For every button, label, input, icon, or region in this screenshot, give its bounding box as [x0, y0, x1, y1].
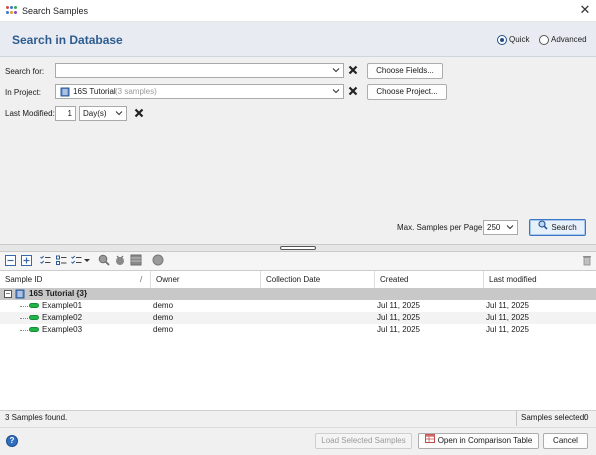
expand-all-icon[interactable] — [21, 255, 32, 266]
clear-project-icon[interactable] — [348, 86, 358, 98]
load-selected-samples-button[interactable]: Load Selected Samples — [315, 433, 412, 449]
quick-mode-radio[interactable] — [497, 35, 507, 45]
created-cell: Jul 11, 2025 — [377, 301, 420, 310]
last-modified-spinner[interactable]: 1 — [55, 106, 76, 121]
last-modified-unit-select[interactable]: Day(s) — [79, 106, 127, 121]
settings-icon[interactable] — [152, 254, 164, 266]
search-for-combo[interactable] — [55, 63, 344, 78]
close-icon[interactable]: ✕ — [578, 3, 592, 17]
created-cell: Jul 11, 2025 — [377, 325, 420, 334]
select-all-icon[interactable] — [40, 255, 51, 266]
sample-icon — [29, 315, 39, 320]
status-bar — [0, 410, 596, 427]
tree-branch — [20, 318, 28, 319]
table-icon — [424, 434, 435, 448]
clear-last-modified-icon[interactable] — [134, 108, 144, 120]
advanced-mode-label[interactable]: Advanced — [551, 35, 587, 44]
project-name: 16S Tutorial — [73, 87, 116, 96]
sample-icon — [29, 327, 39, 332]
group-label: 16S Tutorial {3} — [29, 289, 88, 298]
column-header-label: Sample ID — [5, 275, 43, 284]
sort-indicator: / — [140, 275, 143, 284]
clear-search-icon[interactable] — [348, 65, 358, 77]
group-row[interactable] — [0, 288, 596, 300]
search-for-label: Search for: — [5, 67, 45, 76]
column-header-owner[interactable]: Owner — [151, 271, 261, 288]
chevron-down-icon[interactable] — [115, 109, 123, 119]
filter-menu-icon[interactable] — [71, 255, 91, 266]
chevron-down-icon[interactable] — [332, 87, 340, 97]
find-icon[interactable] — [98, 254, 110, 266]
table-icon[interactable] — [130, 254, 142, 266]
in-project-label: In Project: — [5, 88, 42, 97]
tree-branch — [20, 306, 28, 307]
tree-branch — [20, 330, 28, 331]
max-samples-value: 250 — [487, 223, 501, 232]
window-title: Search Samples — [22, 6, 89, 16]
project-icon — [60, 87, 70, 99]
page-title: Search in Database — [12, 33, 123, 47]
splitter-grip[interactable] — [280, 246, 316, 250]
collapse-group-icon[interactable]: − — [4, 290, 12, 298]
last-modified-cell: Jul 11, 2025 — [486, 325, 529, 334]
title-bar — [0, 0, 596, 22]
choose-fields-button[interactable]: Choose Fields... — [367, 63, 443, 79]
sample-id-cell: Example03 — [42, 325, 83, 334]
chevron-down-icon[interactable] — [332, 66, 340, 76]
quick-mode-label[interactable]: Quick — [509, 35, 529, 44]
last-modified-value: 1 — [67, 109, 72, 118]
help-icon[interactable]: ? — [6, 435, 18, 447]
column-header-last-modified[interactable]: Last modified — [484, 271, 596, 288]
owner-cell: demo — [153, 313, 174, 322]
sample-id-cell: Example01 — [42, 301, 83, 310]
project-combo[interactable]: 16S Tutorial (3 samples) — [55, 84, 344, 99]
search-button-label: Search — [551, 223, 577, 232]
open-comparison-table-button[interactable]: Open in Comparison Table — [418, 433, 539, 449]
owner-cell: demo — [153, 325, 174, 334]
project-count: (3 samples) — [115, 87, 157, 96]
last-modified-label: Last Modified: — [5, 109, 55, 118]
tools-icon[interactable] — [114, 254, 125, 265]
created-cell: Jul 11, 2025 — [377, 313, 420, 322]
sample-id-cell: Example02 — [42, 313, 83, 322]
max-samples-label: Max. Samples per Page: — [397, 223, 485, 232]
app-icon — [6, 6, 17, 16]
cancel-button[interactable]: Cancel — [543, 433, 588, 449]
last-modified-unit: Day(s) — [83, 109, 107, 118]
max-samples-select[interactable]: 250 — [483, 220, 518, 235]
open-comparison-label: Open in Comparison Table — [437, 436, 533, 446]
choose-project-button[interactable]: Choose Project... — [367, 84, 447, 100]
collapse-all-icon[interactable] — [5, 255, 16, 266]
samples-selected-label: Samples selected: — [521, 413, 587, 422]
last-modified-cell: Jul 11, 2025 — [486, 313, 529, 322]
samples-selected-count: 0 — [584, 413, 589, 422]
search-button[interactable]: Search — [529, 219, 586, 236]
search-icon — [538, 220, 548, 235]
status-divider — [516, 411, 517, 426]
samples-found-text: 3 Samples found. — [5, 413, 68, 422]
last-modified-cell: Jul 11, 2025 — [486, 301, 529, 310]
trash-icon[interactable] — [582, 254, 593, 266]
column-header-sample-id[interactable]: Sample ID / — [0, 271, 151, 288]
column-header-created[interactable]: Created — [375, 271, 484, 288]
select-none-icon[interactable] — [56, 255, 67, 266]
column-header-collection-date[interactable]: Collection Date — [261, 271, 375, 288]
owner-cell: demo — [153, 301, 174, 310]
advanced-mode-radio[interactable] — [539, 35, 549, 45]
sample-icon — [29, 303, 39, 308]
chevron-down-icon[interactable] — [506, 223, 514, 233]
